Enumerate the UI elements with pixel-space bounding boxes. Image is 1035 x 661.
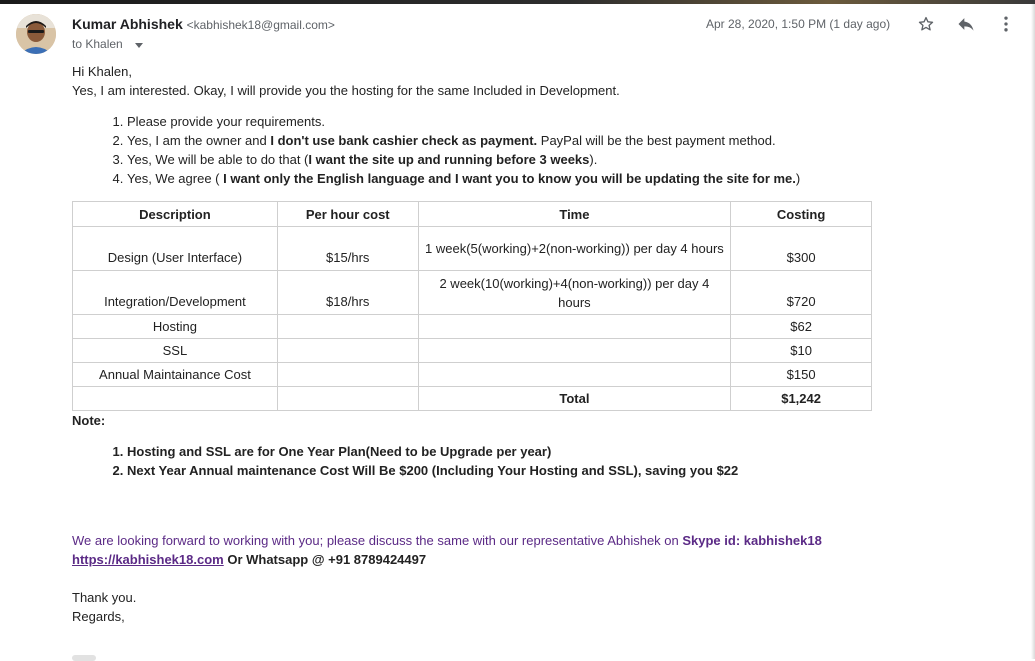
intro-text: Yes, I am interested. Okay, I will provi…: [72, 83, 620, 98]
email-date: Apr 28, 2020, 1:50 PM (1 day ago): [706, 17, 891, 31]
table-cell: Design (User Interface): [72, 226, 278, 271]
email-body: Hi Khalen, Yes, I am interested. Okay, I…: [72, 62, 1022, 626]
table-header-row: Description Per hour cost Time Costing: [72, 201, 872, 227]
note-label: Note:: [72, 413, 106, 428]
table-cell: [276, 386, 419, 411]
forward-text: We are looking forward to working with y…: [72, 533, 683, 548]
star-button[interactable]: [914, 12, 938, 36]
table-cell: [417, 314, 732, 339]
list-item-text: Yes, We agree (: [127, 171, 224, 186]
to-label: to Khalen: [72, 37, 123, 51]
header-cell: Per hour cost: [276, 201, 419, 227]
list-item-text: Yes, I am the owner and: [127, 133, 271, 148]
table-cell: [417, 338, 732, 363]
list-item-text: Please provide your requirements.: [127, 114, 325, 129]
list-item-text: PayPal will be the best payment method.: [537, 133, 776, 148]
table-cell: $15/hrs: [276, 226, 419, 271]
table-row: Design (User Interface) $15/hrs 1 week(5…: [72, 226, 872, 271]
table-cell: [276, 314, 419, 339]
table-cell: $720: [730, 270, 872, 315]
table-cell: [417, 362, 732, 387]
caret-down-icon: [134, 42, 143, 48]
list-item: Hosting and SSL are for One Year Plan(Ne…: [127, 442, 1022, 461]
list-item: Next Year Annual maintenance Cost Will B…: [127, 461, 1022, 480]
table-cell: $62: [730, 314, 872, 339]
cost-table: Description Per hour cost Time Costing D…: [72, 201, 872, 411]
star-icon: [918, 16, 934, 31]
header-cell: Costing: [730, 201, 872, 227]
more-vert-icon: [1004, 16, 1008, 32]
list-item-text: ): [795, 171, 801, 186]
list-item-text: ).: [589, 152, 598, 167]
list-item: Yes, We agree ( I want only the English …: [127, 169, 1022, 188]
top-bar: [0, 0, 1035, 4]
greeting: Hi Khalen,: [72, 64, 132, 79]
recipients-toggle[interactable]: to Khalen: [72, 37, 143, 51]
skype-id: Skype id: kabhishek18: [682, 533, 822, 548]
list-item-bold: I don't use bank cashier check as paymen…: [270, 133, 538, 148]
list-item-bold: I want only the English language and I w…: [223, 171, 796, 186]
table-cell: $300: [730, 226, 872, 271]
sender-avatar[interactable]: [16, 14, 56, 54]
reply-icon: [958, 18, 974, 31]
list-item-text: Yes, We will be able to do that (: [127, 152, 309, 167]
list-item: Yes, I am the owner and I don't use bank…: [127, 131, 1022, 150]
sender-name[interactable]: Kumar Abhishek: [72, 16, 183, 32]
sender-email: <kabhishek18@gmail.com>: [186, 18, 335, 32]
table-cell: SSL: [72, 338, 278, 363]
avatar-photo-icon: [16, 14, 56, 54]
table-cell: [72, 386, 278, 411]
table-cell: Annual Maintainance Cost: [72, 362, 278, 387]
table-total-row: Total $1,242: [72, 386, 872, 411]
note-list: Hosting and SSL are for One Year Plan(Ne…: [72, 442, 1022, 480]
scroll-edge: [1031, 4, 1035, 659]
more-options-button[interactable]: [994, 12, 1018, 36]
whatsapp-text: Or Whatsapp @ +91 8789424497: [223, 552, 427, 567]
regards-text: Regards,: [72, 609, 125, 624]
table-cell: [276, 362, 419, 387]
total-label: Total: [417, 386, 732, 411]
table-row: Hosting $62: [72, 314, 872, 339]
reply-button[interactable]: [954, 12, 978, 36]
requirements-list: Please provide your requirements. Yes, I…: [72, 112, 1022, 188]
table-cell: Integration/Development: [72, 270, 278, 315]
table-cell: [276, 338, 419, 363]
table-cell: 1 week(5(working)+2(non-working)) per da…: [417, 226, 732, 271]
table-cell: $10: [730, 338, 872, 363]
closing-paragraph: We are looking forward to working with y…: [72, 531, 1022, 569]
table-cell: $150: [730, 362, 872, 387]
header-cell: Time: [417, 201, 732, 227]
sender-line: Kumar Abhishek <kabhishek18@gmail.com>: [72, 16, 335, 32]
table-row: Annual Maintainance Cost $150: [72, 362, 872, 387]
table-cell: Hosting: [72, 314, 278, 339]
total-value: $1,242: [730, 386, 872, 411]
trimmed-content-toggle[interactable]: [72, 655, 96, 661]
website-link[interactable]: https://kabhishek18.com: [72, 552, 224, 567]
thanks-text: Thank you.: [72, 590, 137, 605]
list-item: Please provide your requirements.: [127, 112, 1022, 131]
table-row: Integration/Development $18/hrs 2 week(1…: [72, 270, 872, 315]
table-cell: 2 week(10(working)+4(non-working)) per d…: [417, 270, 732, 315]
table-cell: $18/hrs: [276, 270, 419, 315]
list-item: Yes, We will be able to do that (I want …: [127, 150, 1022, 169]
list-item-bold: I want the site up and running before 3 …: [308, 152, 590, 167]
header-cell: Description: [72, 201, 278, 227]
table-row: SSL $10: [72, 338, 872, 363]
